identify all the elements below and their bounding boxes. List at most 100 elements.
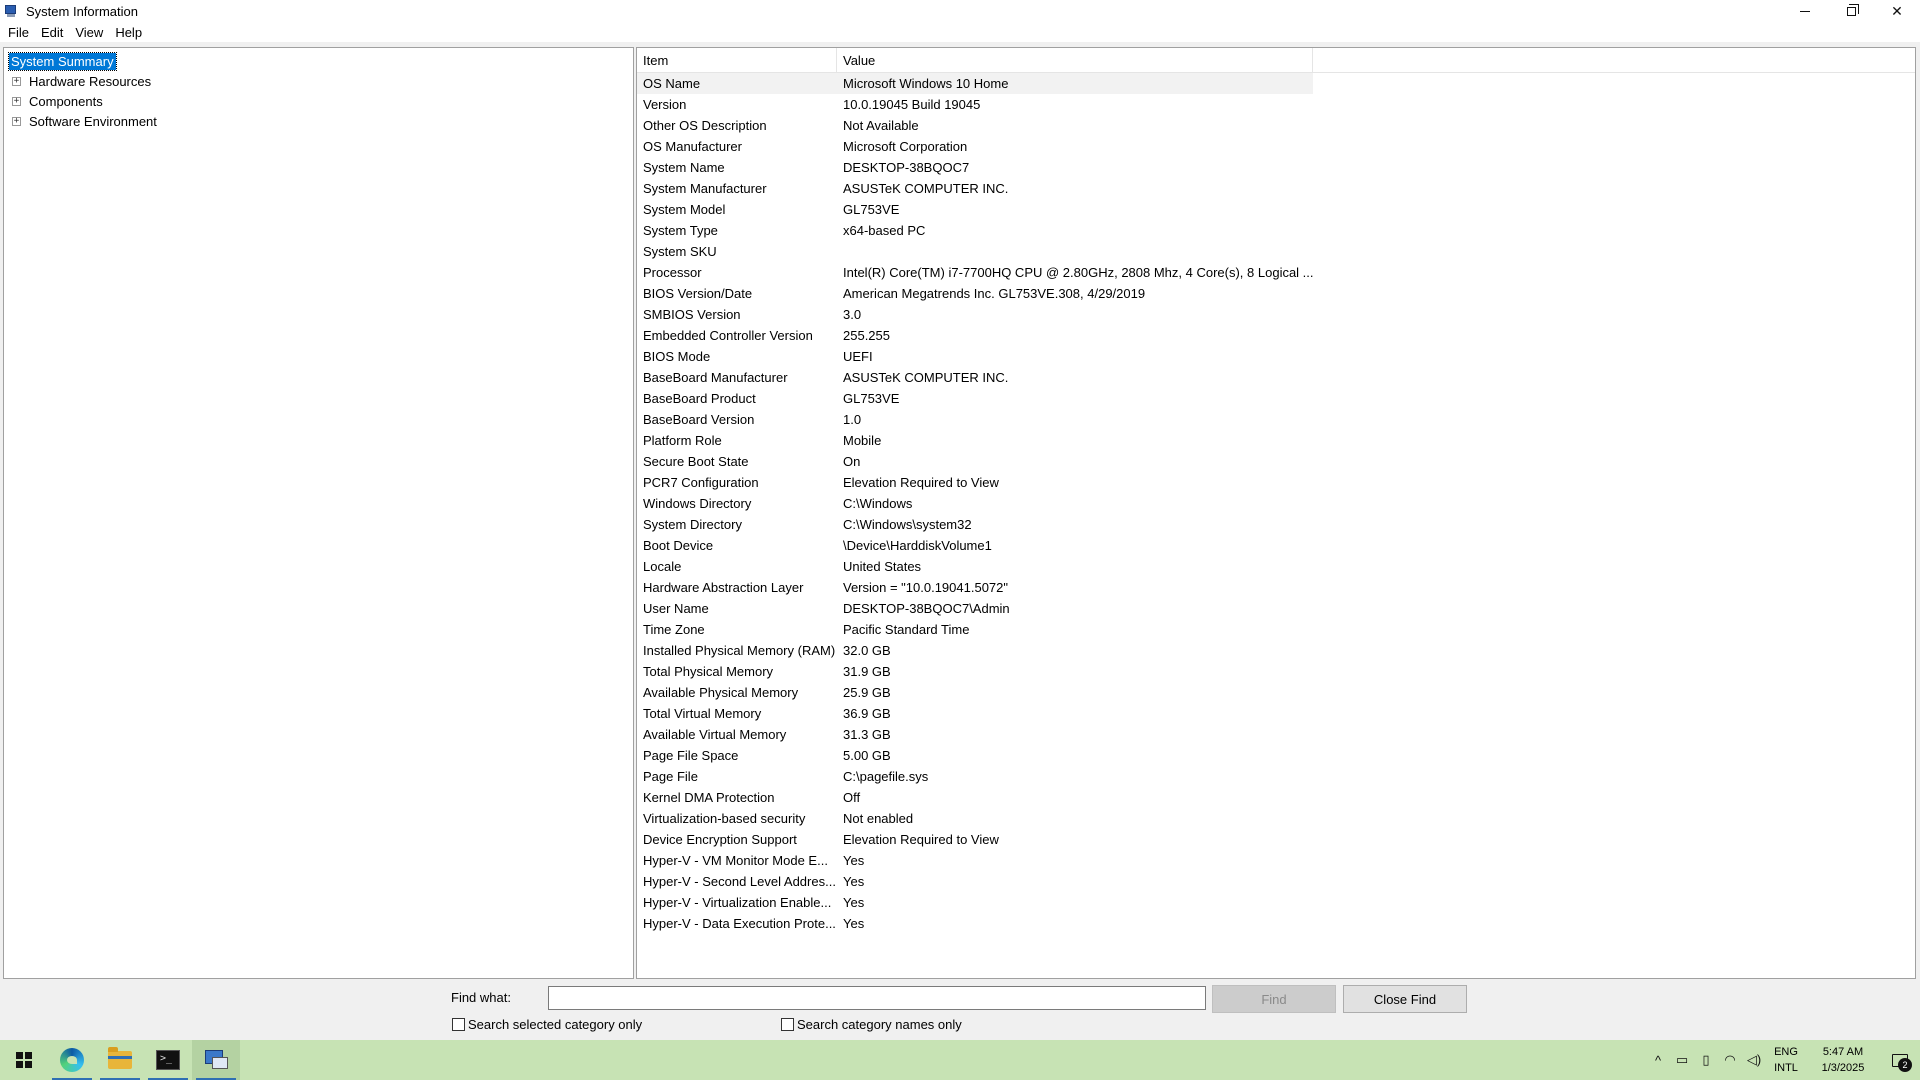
row-item-cell: Available Physical Memory [643, 685, 799, 700]
wifi-icon[interactable]: ◠ [1718, 1040, 1742, 1080]
start-button[interactable] [0, 1040, 48, 1080]
close-find-button[interactable]: Close Find [1343, 985, 1467, 1013]
search-selected-category-checkbox[interactable] [452, 1018, 465, 1031]
table-row[interactable]: System Name DESKTOP-38BQOC7 [637, 157, 1915, 178]
table-row[interactable]: Page File C:\pagefile.sys [637, 766, 1915, 787]
tree-item-hardware-resources[interactable]: + Hardware Resources [4, 71, 633, 91]
search-selected-category-option[interactable]: Search selected category only [452, 1017, 642, 1032]
table-row[interactable]: Other OS Description Not Available [637, 115, 1915, 136]
table-row[interactable]: Available Virtual Memory 31.3 GB [637, 724, 1915, 745]
table-row[interactable]: Device Encryption Support Elevation Requi… [637, 829, 1915, 850]
taskbar-system-information[interactable] [192, 1040, 240, 1080]
row-item-cell: Page File Space [643, 748, 739, 763]
table-row[interactable]: System Model GL753VE [637, 199, 1915, 220]
search-selected-category-label: Search selected category only [468, 1017, 643, 1032]
find-what-input[interactable] [548, 986, 1206, 1010]
table-row[interactable]: OS Manufacturer Microsoft Corporation [637, 136, 1915, 157]
table-row[interactable]: Page File Space 5.00 GB [637, 745, 1915, 766]
row-item-cell: Hyper-V - Virtualization Enable... [643, 895, 832, 910]
clock-time: 5:47 AM [1822, 1046, 1864, 1058]
row-value-cell: Intel(R) Core(TM) i7-7700HQ CPU @ 2.80GH… [843, 265, 1313, 280]
table-row[interactable]: Secure Boot State On [637, 451, 1915, 472]
table-row[interactable]: BIOS Mode UEFI [637, 346, 1915, 367]
table-row[interactable]: Hyper-V - Data Execution Prote... Yes [637, 913, 1915, 934]
row-value-cell: ASUSTeK COMPUTER INC. [843, 370, 1009, 385]
expand-plus-icon[interactable]: + [12, 76, 21, 86]
column-header-item[interactable]: Item [637, 48, 837, 73]
table-row[interactable]: System Type x64-based PC [637, 220, 1915, 241]
column-header-value[interactable]: Value [837, 48, 1313, 73]
row-value-cell: 10.0.19045 Build 19045 [843, 97, 981, 112]
show-hidden-icons-chevron-icon[interactable]: ^ [1646, 1040, 1670, 1080]
table-row[interactable]: BaseBoard Version 1.0 [637, 409, 1915, 430]
details-list[interactable]: Item Value OS Name Microsoft Windows 10 H… [636, 47, 1916, 979]
tree-item-system-summary[interactable]: System Summary [4, 51, 633, 71]
table-row[interactable]: Windows Directory C:\Windows [637, 493, 1915, 514]
category-tree[interactable]: System Summary + Hardware Resources + Co… [3, 47, 634, 979]
row-value-cell: C:\pagefile.sys [843, 769, 929, 784]
row-value-cell: American Megatrends Inc. GL753VE.308, 4/… [843, 286, 1146, 301]
row-item-cell: PCR7 Configuration [643, 475, 759, 490]
table-row[interactable]: Embedded Controller Version 255.255 [637, 325, 1915, 346]
taskbar-file-explorer[interactable] [96, 1040, 144, 1080]
table-row[interactable]: Available Physical Memory 25.9 GB [637, 682, 1915, 703]
table-row[interactable]: Locale United States [637, 556, 1915, 577]
menu-edit[interactable]: Edit [35, 25, 69, 40]
table-row[interactable]: Hyper-V - Virtualization Enable... Yes [637, 892, 1915, 913]
taskbar-terminal[interactable] [144, 1040, 192, 1080]
taskbar-edge[interactable] [48, 1040, 96, 1080]
table-row[interactable]: Boot Device \Device\HarddiskVolume1 [637, 535, 1915, 556]
table-row[interactable]: Time Zone Pacific Standard Time [637, 619, 1915, 640]
minimize-button[interactable] [1782, 0, 1828, 22]
table-row[interactable]: Version 10.0.19045 Build 19045 [637, 94, 1915, 115]
volume-icon[interactable]: ◁) [1742, 1040, 1766, 1080]
row-item-cell: System Name [643, 160, 725, 175]
action-center-button[interactable]: 2 [1880, 1040, 1920, 1080]
table-row[interactable]: Installed Physical Memory (RAM) 32.0 GB [637, 640, 1915, 661]
table-row[interactable]: User Name DESKTOP-38BQOC7\Admin [637, 598, 1915, 619]
search-category-names-checkbox[interactable] [781, 1018, 794, 1031]
table-row[interactable]: BIOS Version/Date American Megatrends Inc… [637, 283, 1915, 304]
menu-file[interactable]: File [2, 25, 35, 40]
table-row[interactable]: Hardware Abstraction Layer Version = "10.… [637, 577, 1915, 598]
tree-item-software-environment[interactable]: + Software Environment [4, 111, 633, 131]
file-explorer-icon [108, 1047, 132, 1069]
meet-now-icon[interactable]: ▭ [1670, 1040, 1694, 1080]
row-value-cell: Pacific Standard Time [843, 622, 970, 637]
row-value-cell: 1.0 [843, 412, 862, 427]
table-row[interactable]: Hyper-V - VM Monitor Mode E... Yes [637, 850, 1915, 871]
menu-view[interactable]: View [69, 25, 109, 40]
input-language-indicator[interactable]: ENG INTL [1766, 1040, 1806, 1080]
table-row[interactable]: Hyper-V - Second Level Addres... Yes [637, 871, 1915, 892]
clock[interactable]: 5:47 AM 1/3/2025 [1806, 1040, 1880, 1080]
row-item-cell: Secure Boot State [643, 454, 749, 469]
table-row[interactable]: Kernel DMA Protection Off [637, 787, 1915, 808]
table-row[interactable]: System Manufacturer ASUSTeK COMPUTER INC. [637, 178, 1915, 199]
table-row[interactable]: System SKU [637, 241, 1915, 262]
close-icon: ✕ [1891, 2, 1903, 19]
table-row[interactable]: Processor Intel(R) Core(TM) i7-7700HQ CPU… [637, 262, 1915, 283]
close-button[interactable]: ✕ [1874, 0, 1920, 22]
table-row[interactable]: OS Name Microsoft Windows 10 Home [637, 73, 1313, 94]
table-row[interactable]: Virtualization-based security Not enabled [637, 808, 1915, 829]
restore-button[interactable] [1828, 0, 1874, 22]
tree-item-components[interactable]: + Components [4, 91, 633, 111]
menu-help[interactable]: Help [109, 25, 148, 40]
row-value-cell: United States [843, 559, 922, 574]
table-row[interactable]: SMBIOS Version 3.0 [637, 304, 1915, 325]
row-item-cell: Hyper-V - Second Level Addres... [643, 874, 836, 889]
table-row[interactable]: Platform Role Mobile [637, 430, 1915, 451]
table-row[interactable]: BaseBoard Product GL753VE [637, 388, 1915, 409]
search-category-names-option[interactable]: Search category names only [781, 1017, 962, 1032]
table-row[interactable]: Total Physical Memory 31.9 GB [637, 661, 1915, 682]
battery-icon[interactable]: ▯ [1694, 1040, 1718, 1080]
expand-plus-icon[interactable]: + [12, 116, 21, 126]
table-row[interactable]: Total Virtual Memory 36.9 GB [637, 703, 1915, 724]
row-item-cell: Boot Device [643, 538, 714, 553]
expand-plus-icon[interactable]: + [12, 96, 21, 106]
row-value-cell: 3.0 [843, 307, 862, 322]
table-row[interactable]: BaseBoard Manufacturer ASUSTeK COMPUTER I… [637, 367, 1915, 388]
table-row[interactable]: PCR7 Configuration Elevation Required to … [637, 472, 1915, 493]
find-button[interactable]: Find [1212, 985, 1336, 1013]
table-row[interactable]: System Directory C:\Windows\system32 [637, 514, 1915, 535]
